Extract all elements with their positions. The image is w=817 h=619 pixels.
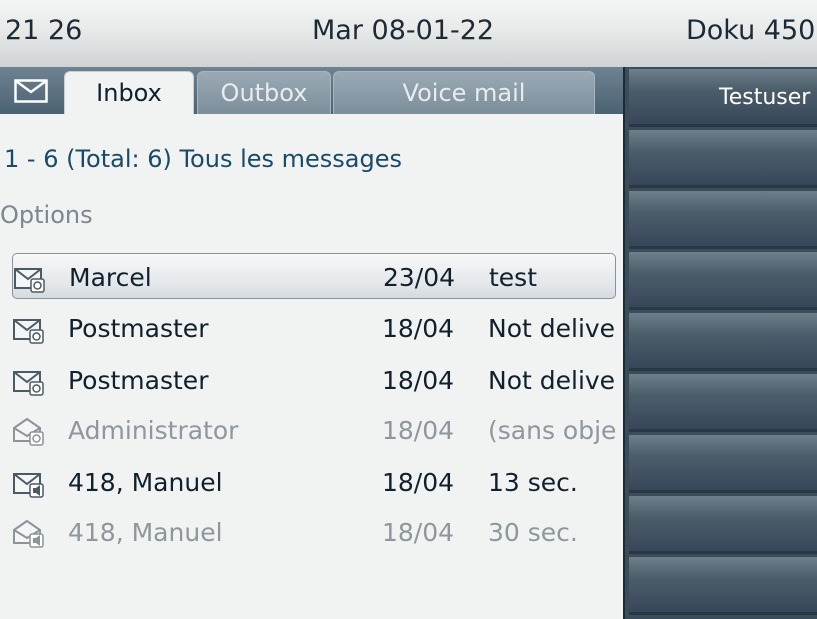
function-key[interactable] (629, 374, 817, 432)
function-key[interactable] (629, 313, 817, 371)
date-display: Mar 08-01-22 (312, 15, 495, 46)
envelope-open-email-icon (12, 417, 46, 453)
message-subject: Not delivered (488, 314, 616, 343)
message-date: 18/04 (382, 314, 455, 343)
tab-inbox[interactable]: Inbox (64, 71, 194, 114)
status-bar: 21 26 Mar 08-01-22 Doku 450 (0, 0, 817, 68)
message-sender: 418, Manuel (68, 468, 223, 497)
envelope-closed-email-icon (12, 315, 46, 351)
message-subject: 30 sec. (488, 518, 578, 547)
options-button[interactable]: Options (0, 201, 93, 229)
message-date: 23/04 (383, 263, 456, 292)
message-row[interactable]: Marcel 23/04 test (12, 253, 616, 299)
message-subject: Not delivered (488, 366, 616, 395)
message-row[interactable]: Administrator 18/04 (sans objet) (12, 407, 616, 453)
envelope-closed-voice-icon (12, 469, 46, 505)
tab-bar: Inbox Outbox Voice mail (0, 67, 623, 114)
function-key[interactable] (629, 496, 817, 554)
message-row[interactable]: 418, Manuel 18/04 13 sec. (12, 459, 616, 505)
function-key[interactable]: Testuser (629, 69, 817, 127)
message-subject: test (489, 263, 538, 292)
message-count: 1 - 6 (Total: 6) Tous les messages (4, 145, 403, 173)
message-subject: 13 sec. (488, 468, 578, 497)
message-row[interactable]: Postmaster 18/04 Not delivered (12, 357, 616, 403)
envelope-open-voice-icon (12, 519, 46, 555)
tab-outbox[interactable]: Outbox (197, 71, 331, 114)
message-date: 18/04 (382, 468, 455, 497)
message-sender: Administrator (68, 416, 239, 445)
envelope-icon (0, 67, 62, 114)
message-date: 18/04 (382, 416, 455, 445)
message-sender: Marcel (69, 263, 152, 292)
message-sender: 418, Manuel (68, 518, 223, 547)
message-sender: Postmaster (68, 366, 209, 395)
message-subject: (sans objet) (488, 416, 616, 445)
message-row[interactable]: Postmaster 18/04 Not delivered (12, 305, 616, 351)
function-key[interactable] (629, 435, 817, 493)
tab-voice-mail[interactable]: Voice mail (333, 71, 595, 114)
function-key[interactable] (629, 130, 817, 188)
envelope-closed-email-icon (12, 367, 46, 403)
function-key[interactable] (629, 191, 817, 249)
message-date: 18/04 (382, 366, 455, 395)
message-row[interactable]: 418, Manuel 18/04 30 sec. (12, 509, 616, 555)
function-key[interactable] (629, 557, 817, 615)
clock: 21 26 (5, 15, 83, 46)
message-date: 18/04 (382, 518, 455, 547)
function-key[interactable] (629, 252, 817, 310)
device-name: Doku 450 (686, 15, 816, 46)
function-key-label: Testuser (719, 85, 811, 110)
function-key-panel: Testuser (623, 67, 817, 619)
envelope-closed-email-icon (13, 264, 47, 298)
messages-panel: Inbox Outbox Voice mail 1 - 6 (Total: 6)… (0, 67, 623, 619)
message-sender: Postmaster (68, 314, 209, 343)
